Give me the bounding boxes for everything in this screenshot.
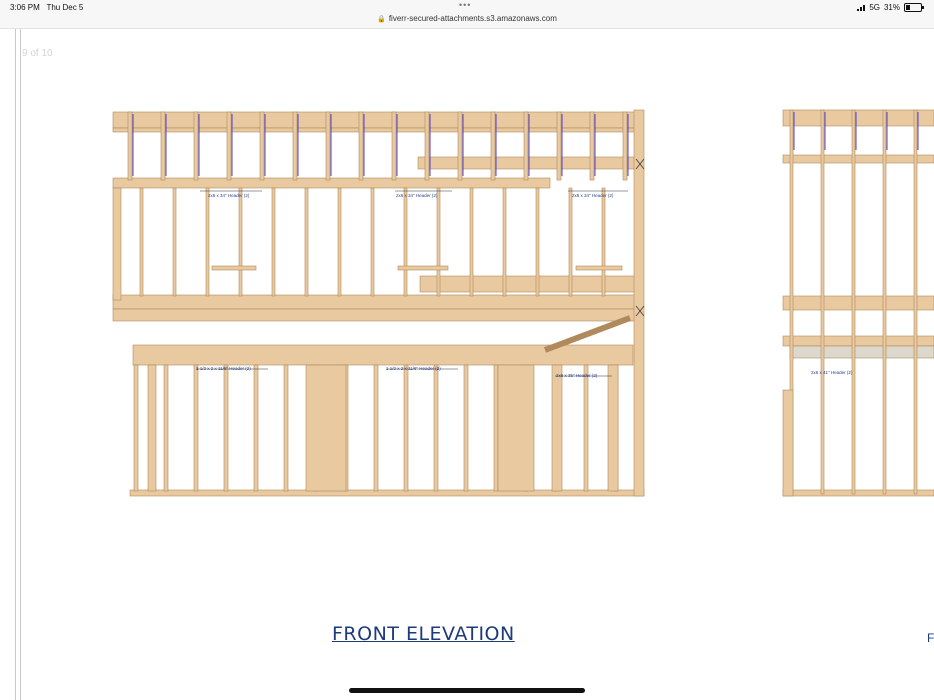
elevation-title: FRONT ELEVATION: [332, 623, 515, 645]
header-label: 2x6 x 34" Header (2): [208, 193, 250, 198]
window-sill: [397, 265, 449, 271]
stud: [163, 364, 169, 492]
stud: [127, 111, 133, 181]
stud: [851, 109, 856, 495]
stud: [589, 111, 595, 181]
stud: [283, 364, 289, 492]
stud: [160, 111, 166, 181]
stud: [205, 187, 210, 297]
stud: [424, 111, 430, 181]
stud: [490, 111, 496, 181]
door-jamb: [551, 364, 563, 492]
stud: [172, 187, 177, 297]
header-label: 1 1/2 x 2 x 11/6" Header (2): [386, 366, 441, 371]
stud: [133, 364, 139, 492]
framing-elevation-drawing: [112, 109, 934, 497]
stud: [568, 187, 573, 297]
door-jamb: [782, 389, 794, 497]
stud: [601, 187, 606, 297]
stud: [358, 111, 364, 181]
floor-plate: [112, 294, 636, 310]
stud: [238, 187, 243, 297]
stud: [583, 364, 589, 492]
stud: [304, 187, 309, 297]
pier-post: [305, 364, 347, 492]
stud: [493, 364, 499, 492]
stud: [193, 111, 199, 181]
header-label: 2x6 x 41" Header (2): [811, 370, 853, 375]
stud: [622, 111, 628, 181]
stud: [193, 364, 199, 492]
stud: [523, 111, 529, 181]
header-label: 2x6 x 35" Header (2): [556, 373, 598, 378]
stud: [259, 111, 265, 181]
girder-beam: [789, 345, 934, 359]
door-jamb: [147, 364, 157, 492]
stud: [337, 187, 342, 297]
top-plate: [782, 109, 934, 127]
window-sill: [211, 265, 257, 271]
stud: [433, 364, 439, 492]
floor-plate: [112, 308, 636, 322]
stud: [403, 187, 408, 297]
stud: [292, 111, 298, 181]
stud: [556, 111, 562, 181]
bottom-plate: [782, 489, 934, 497]
stud: [370, 187, 375, 297]
stud: [139, 187, 144, 297]
main-framing-elevation: [112, 109, 645, 497]
stud: [403, 364, 409, 492]
stud: [253, 364, 259, 492]
door-jamb: [607, 364, 619, 492]
stud: [226, 111, 232, 181]
stud: [373, 364, 379, 492]
girder-beam: [782, 335, 934, 347]
stud: [463, 364, 469, 492]
stud: [391, 111, 397, 181]
stud: [271, 187, 276, 297]
stud: [882, 109, 887, 495]
stud: [223, 364, 229, 492]
stud: [436, 187, 441, 297]
rim-board: [782, 154, 934, 164]
header-label: 2x6 x 34" Header (2): [396, 193, 438, 198]
floor-plate: [782, 295, 934, 311]
stud: [457, 111, 463, 181]
stud: [502, 187, 507, 297]
pier-post: [497, 364, 535, 492]
header-label: 1 1/2 x 2 x 11/6" Header (2): [196, 366, 251, 371]
window-sill: [575, 265, 623, 271]
bottom-plate: [129, 489, 645, 497]
rim-board: [112, 177, 551, 189]
end-post: [112, 187, 122, 301]
home-indicator[interactable]: [349, 688, 585, 693]
secondary-framing-elevation: [782, 109, 934, 497]
corner-post: [633, 109, 645, 497]
next-page-title-fragment: F: [927, 631, 934, 645]
stud: [325, 111, 331, 181]
header-label: 2x6 x 34" Header (2): [572, 193, 614, 198]
stud: [913, 109, 918, 495]
stud: [820, 109, 825, 495]
stud: [469, 187, 474, 297]
stud: [535, 187, 540, 297]
